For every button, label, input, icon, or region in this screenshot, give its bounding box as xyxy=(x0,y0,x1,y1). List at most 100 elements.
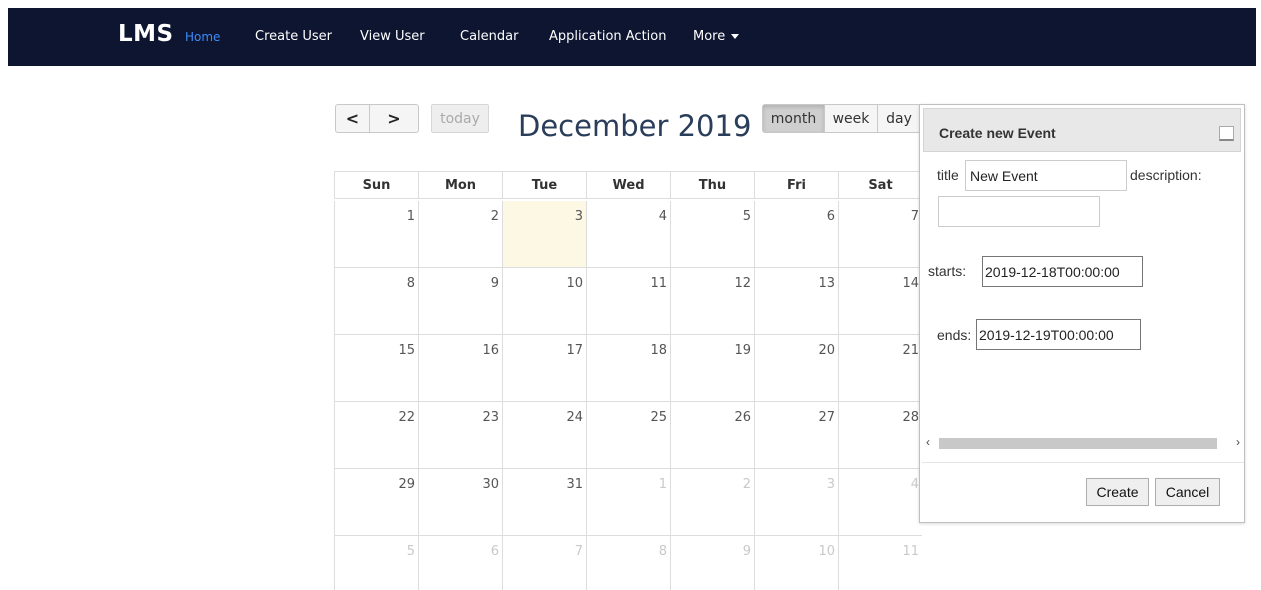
view-week-button[interactable]: week xyxy=(824,104,878,133)
nav-view-user[interactable]: View User xyxy=(360,29,425,44)
brand-logo[interactable]: LMS xyxy=(118,21,174,47)
day-cell[interactable]: 20 xyxy=(754,335,838,402)
day-number[interactable]: 5 xyxy=(743,209,751,224)
day-cell[interactable]: 24 xyxy=(502,402,586,469)
day-cell[interactable]: 8 xyxy=(334,268,418,335)
ends-input[interactable] xyxy=(976,319,1141,350)
horizontal-scrollbar[interactable]: ‹ › xyxy=(923,435,1243,452)
event-title-input[interactable] xyxy=(965,160,1127,191)
day-cell[interactable]: 23 xyxy=(418,402,502,469)
day-cell[interactable]: 7 xyxy=(838,201,922,268)
day-number[interactable]: 2 xyxy=(743,477,751,492)
day-cell[interactable]: 8 xyxy=(586,536,670,590)
day-cell[interactable]: 2 xyxy=(418,201,502,268)
day-cell[interactable]: 22 xyxy=(334,402,418,469)
day-number[interactable]: 7 xyxy=(911,209,919,224)
day-cell[interactable]: 6 xyxy=(754,201,838,268)
day-cell[interactable]: 1 xyxy=(334,201,418,268)
day-cell[interactable]: 10 xyxy=(754,536,838,590)
scroll-right-icon[interactable]: › xyxy=(1236,435,1240,449)
scrollbar-thumb[interactable] xyxy=(939,438,1217,449)
day-number[interactable]: 31 xyxy=(566,477,583,492)
day-number[interactable]: 1 xyxy=(407,209,415,224)
today-button[interactable]: today xyxy=(431,104,489,133)
scroll-left-icon[interactable]: ‹ xyxy=(926,435,930,449)
day-number[interactable]: 9 xyxy=(743,544,751,559)
nav-application-action[interactable]: Application Action xyxy=(549,29,666,44)
starts-input[interactable] xyxy=(982,256,1143,287)
day-cell[interactable]: 9 xyxy=(670,536,754,590)
day-number[interactable]: 6 xyxy=(827,209,835,224)
day-cell[interactable]: 14 xyxy=(838,268,922,335)
nav-create-user[interactable]: Create User xyxy=(255,29,332,44)
day-number[interactable]: 27 xyxy=(818,410,835,425)
day-cell[interactable]: 17 xyxy=(502,335,586,402)
day-number[interactable]: 8 xyxy=(407,276,415,291)
view-day-button[interactable]: day xyxy=(877,104,921,133)
day-cell[interactable]: 31 xyxy=(502,469,586,536)
nav-home[interactable]: Home xyxy=(185,30,220,44)
day-cell[interactable]: 30 xyxy=(418,469,502,536)
day-number[interactable]: 11 xyxy=(902,544,919,559)
day-number[interactable]: 3 xyxy=(827,477,835,492)
day-number[interactable]: 29 xyxy=(398,477,415,492)
day-cell[interactable]: 7 xyxy=(502,536,586,590)
day-number[interactable]: 23 xyxy=(482,410,499,425)
day-cell[interactable]: 15 xyxy=(334,335,418,402)
day-number[interactable]: 2 xyxy=(491,209,499,224)
day-number[interactable]: 17 xyxy=(566,343,583,358)
day-number[interactable]: 9 xyxy=(491,276,499,291)
day-cell[interactable]: 13 xyxy=(754,268,838,335)
next-button[interactable]: > xyxy=(369,104,419,133)
day-number[interactable]: 1 xyxy=(659,477,667,492)
day-cell[interactable]: 1 xyxy=(586,469,670,536)
day-cell[interactable]: 2 xyxy=(670,469,754,536)
view-month-button[interactable]: month xyxy=(762,104,825,133)
create-button[interactable]: Create xyxy=(1086,478,1149,506)
nav-calendar[interactable]: Calendar xyxy=(460,29,518,44)
day-number[interactable]: 15 xyxy=(398,343,415,358)
day-cell[interactable]: 28 xyxy=(838,402,922,469)
day-number[interactable]: 12 xyxy=(734,276,751,291)
day-number[interactable]: 13 xyxy=(818,276,835,291)
day-number[interactable]: 16 xyxy=(482,343,499,358)
day-number[interactable]: 19 xyxy=(734,343,751,358)
day-cell[interactable]: 5 xyxy=(670,201,754,268)
day-cell[interactable]: 9 xyxy=(418,268,502,335)
day-number[interactable]: 14 xyxy=(902,276,919,291)
day-cell[interactable]: 11 xyxy=(838,536,922,590)
day-cell[interactable]: 21 xyxy=(838,335,922,402)
day-number[interactable]: 7 xyxy=(575,544,583,559)
day-number[interactable]: 18 xyxy=(650,343,667,358)
day-cell[interactable]: 4 xyxy=(838,469,922,536)
day-cell[interactable]: 3 xyxy=(754,469,838,536)
day-cell[interactable]: 26 xyxy=(670,402,754,469)
day-number[interactable]: 8 xyxy=(659,544,667,559)
day-cell[interactable]: 16 xyxy=(418,335,502,402)
day-cell[interactable]: 19 xyxy=(670,335,754,402)
day-number[interactable]: 3 xyxy=(575,209,583,224)
cancel-button[interactable]: Cancel xyxy=(1155,478,1220,506)
day-number[interactable]: 10 xyxy=(566,276,583,291)
day-number[interactable]: 4 xyxy=(659,209,667,224)
day-number[interactable]: 26 xyxy=(734,410,751,425)
day-number[interactable]: 28 xyxy=(902,410,919,425)
day-number[interactable]: 6 xyxy=(491,544,499,559)
day-cell[interactable]: 11 xyxy=(586,268,670,335)
day-number[interactable]: 25 xyxy=(650,410,667,425)
close-icon[interactable] xyxy=(1219,126,1234,141)
day-cell[interactable]: 10 xyxy=(502,268,586,335)
prev-button[interactable]: < xyxy=(335,104,370,133)
day-number[interactable]: 10 xyxy=(818,544,835,559)
day-cell[interactable]: 3 xyxy=(502,201,586,268)
day-number[interactable]: 11 xyxy=(650,276,667,291)
day-number[interactable]: 21 xyxy=(902,343,919,358)
day-number[interactable]: 22 xyxy=(398,410,415,425)
day-number[interactable]: 24 xyxy=(566,410,583,425)
day-cell[interactable]: 4 xyxy=(586,201,670,268)
day-number[interactable]: 20 xyxy=(818,343,835,358)
description-input[interactable] xyxy=(938,196,1100,227)
day-cell[interactable]: 29 xyxy=(334,469,418,536)
day-number[interactable]: 4 xyxy=(911,477,919,492)
day-cell[interactable]: 5 xyxy=(334,536,418,590)
